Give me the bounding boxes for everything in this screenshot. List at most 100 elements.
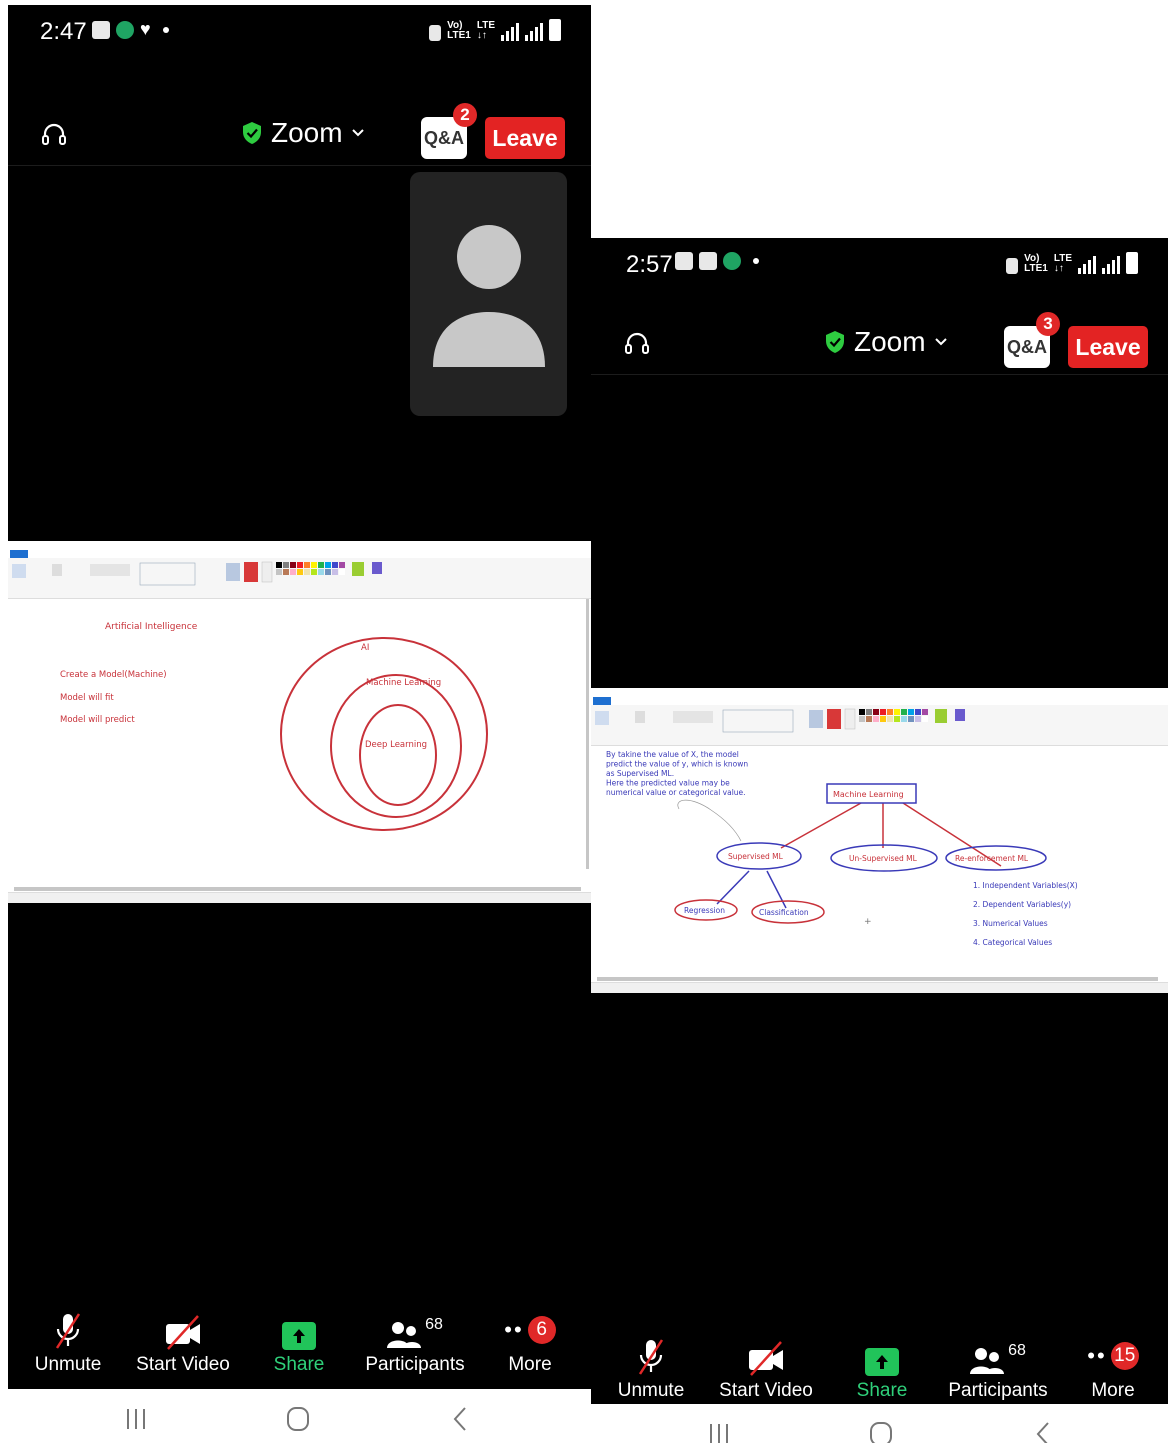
more-dots-icon: •• [1087, 1343, 1107, 1368]
root-node-label: Machine Learning [833, 790, 904, 799]
app-icon [675, 252, 693, 270]
meeting-header: Zoom Q&A 3 Leave [591, 312, 1168, 375]
leaf-label: Classification [759, 908, 809, 917]
participants-button[interactable]: 68 Participants [943, 1336, 1053, 1402]
more-label: More [508, 1354, 552, 1375]
share-button[interactable]: Share [244, 1310, 354, 1376]
paint-ribbon [8, 558, 591, 599]
start-video-button[interactable]: Start Video [711, 1336, 821, 1402]
more-label: More [1091, 1380, 1135, 1401]
horizontal-scrollbar[interactable] [597, 977, 1158, 981]
leave-button[interactable]: Leave [485, 117, 565, 159]
more-notifications-dot [162, 26, 169, 33]
circle-label: Deep Learning [365, 740, 427, 750]
meeting-title[interactable]: Zoom [824, 326, 948, 358]
lte-indicator: LTE ↓↑ [476, 20, 495, 41]
app-icon [699, 252, 717, 270]
system-indicators: Vo) LTE1 LTE ↓↑ [429, 19, 561, 41]
muted-mic-icon [638, 1339, 664, 1375]
recents-icon[interactable] [699, 1418, 739, 1443]
branch-label: Re-enforcement ML [955, 854, 1029, 863]
more-button[interactable]: •• 6 More [475, 1310, 585, 1376]
back-icon[interactable] [441, 1403, 481, 1435]
signal-icon [1078, 256, 1096, 274]
paint-canvas[interactable]: Artificial Intelligence Create a Model(M… [8, 599, 591, 879]
participants-button[interactable]: 68 Participants [360, 1310, 470, 1376]
shared-screen: By takine the value of X, the model pred… [591, 688, 1168, 993]
volte-indicator: Vo) LTE1 [1024, 253, 1048, 274]
leaf-label: Regression [684, 906, 725, 915]
meeting-title-text: Zoom [271, 117, 343, 148]
participants-count: 68 [425, 1316, 443, 1333]
shared-screen: Artificial Intelligence Create a Model(M… [8, 541, 591, 903]
signal-icon [501, 23, 519, 41]
status-time: 2:57 [626, 251, 673, 278]
heart-icon: ♥ [140, 19, 151, 39]
share-icon [282, 1322, 316, 1350]
paint-canvas[interactable]: By takine the value of X, the model pred… [591, 746, 1168, 976]
qa-button[interactable]: Q&A 2 [421, 103, 477, 159]
meeting-title-text: Zoom [854, 326, 926, 357]
home-icon[interactable] [278, 1403, 318, 1435]
canvas-paragraph-line: By takine the value of X, the model [606, 750, 739, 759]
share-label: Share [273, 1354, 325, 1375]
unmute-button[interactable]: Unmute [13, 1310, 123, 1376]
system-indicators: Vo) LTE1 LTE ↓↑ [1006, 252, 1138, 274]
paint-menubar [591, 697, 1168, 705]
qa-button[interactable]: Q&A 3 [1004, 312, 1060, 368]
audio-headset-icon[interactable] [623, 330, 651, 358]
qa-badge: 2 [453, 103, 477, 127]
paint-statusbar [591, 982, 1168, 993]
zoom-screen-1: 2:47 ♥ Vo) LTE1 LTE ↓↑ Zoom Q&A 2 Leave … [8, 5, 591, 1443]
android-nav-bar [591, 1404, 1168, 1443]
participants-icon [387, 1322, 422, 1348]
canvas-heading: Artificial Intelligence [105, 622, 198, 632]
list-item: 3. Numerical Values [973, 919, 1048, 928]
participant-video-tile[interactable] [410, 172, 567, 416]
gallery-icon [92, 20, 110, 39]
list-item: 1. Independent Variables(X) [973, 881, 1078, 890]
paint-ribbon [591, 705, 1168, 746]
canvas-paragraph-line: Here the predicted value may be [606, 779, 730, 788]
share-button[interactable]: Share [827, 1336, 937, 1402]
dl-circle [359, 704, 437, 806]
audio-headset-icon[interactable] [40, 121, 68, 149]
more-badge: 15 [1110, 1342, 1139, 1370]
more-notifications-dot [753, 258, 759, 264]
android-nav-bar [8, 1389, 591, 1443]
vertical-scrollbar[interactable] [586, 599, 589, 869]
more-dots-icon: •• [504, 1317, 524, 1342]
participants-count: 68 [1008, 1342, 1026, 1359]
back-icon[interactable] [1024, 1418, 1064, 1443]
list-item: 4. Categorical Values [973, 938, 1052, 947]
share-icon [865, 1348, 899, 1376]
branch-label: Supervised ML [728, 852, 784, 861]
app-icon [723, 252, 741, 270]
canvas-line: Model will predict [60, 715, 135, 725]
zoom-screen-2: 2:57 Vo) LTE1 LTE ↓↑ Zoom Q&A 3 Leave By… [591, 238, 1168, 1443]
avatar-icon [433, 225, 545, 367]
home-icon[interactable] [861, 1418, 901, 1443]
start-video-label: Start Video [136, 1354, 230, 1375]
meeting-title[interactable]: Zoom [241, 117, 365, 149]
shield-check-icon [826, 331, 844, 353]
meeting-toolbar: Unmute Start Video Share 68 Participants… [591, 1336, 1168, 1414]
share-label: Share [856, 1380, 908, 1401]
signal-icon-2 [1102, 256, 1120, 274]
list-item: 2. Dependent Variables(y) [973, 900, 1071, 909]
start-video-label: Start Video [719, 1380, 813, 1401]
qa-badge: 3 [1036, 312, 1060, 336]
qa-label: Q&A [1007, 336, 1047, 357]
video-off-icon [166, 1315, 200, 1350]
paint-statusbar [8, 892, 591, 903]
start-video-button[interactable]: Start Video [128, 1310, 238, 1376]
leave-button[interactable]: Leave [1068, 326, 1148, 368]
notification-icons: ♥ [92, 19, 169, 40]
battery-icon [1126, 252, 1138, 274]
horizontal-scrollbar[interactable] [14, 887, 581, 891]
more-badge: 6 [527, 1316, 556, 1344]
more-button[interactable]: •• 15 More [1058, 1336, 1168, 1402]
qa-label: Q&A [424, 127, 464, 148]
unmute-button[interactable]: Unmute [596, 1336, 706, 1402]
recents-icon[interactable] [116, 1403, 156, 1435]
